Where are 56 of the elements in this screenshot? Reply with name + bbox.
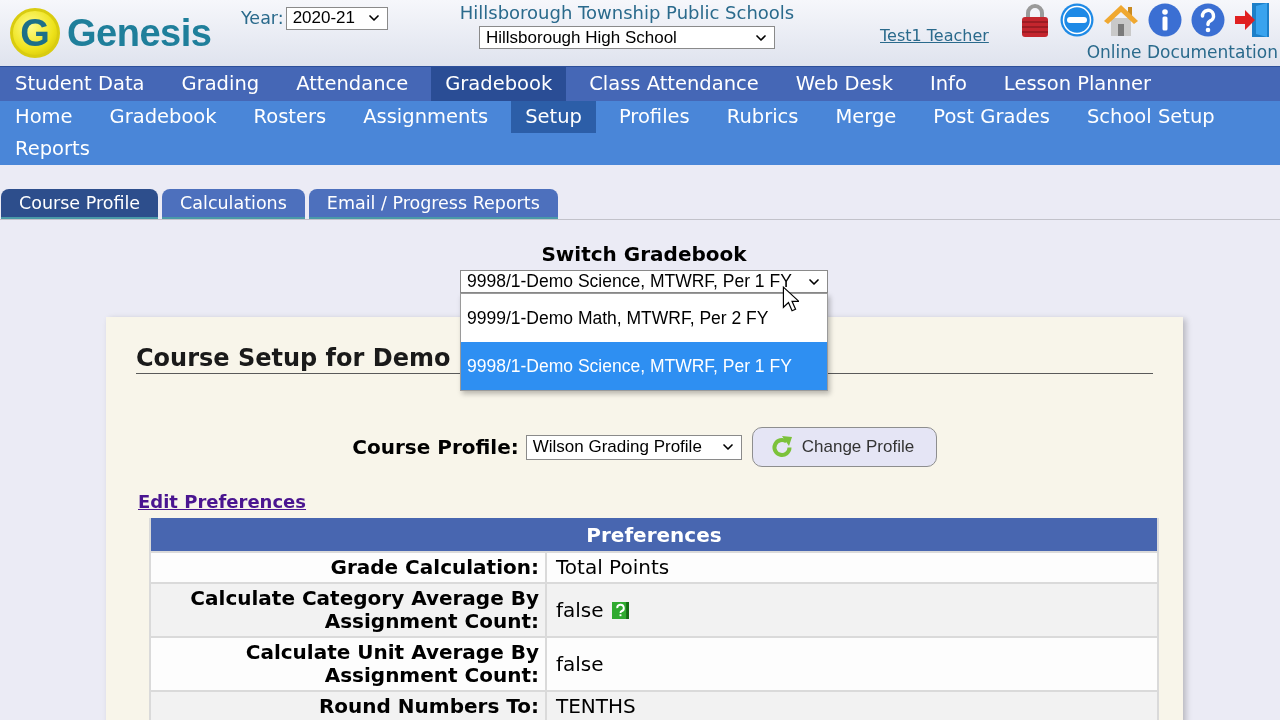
home-icon[interactable] <box>1103 3 1139 37</box>
nav-menu-item[interactable]: Lesson Planner <box>989 67 1166 101</box>
logo-wordmark: Genesis <box>67 14 212 52</box>
year-select[interactable]: 2020-21 <box>285 6 388 30</box>
row-value: false <box>556 652 604 676</box>
nav-menu-item[interactable]: Web Desk <box>781 67 907 101</box>
edit-preferences-link[interactable]: Edit Preferences <box>138 491 307 512</box>
school-select[interactable]: Hillsborough High School <box>479 26 775 49</box>
row-label: Grade Calculation: <box>330 556 539 579</box>
nav-menu-item[interactable]: Student Data <box>1 67 159 101</box>
refresh-icon <box>769 435 794 459</box>
nav-menu-item[interactable]: Info <box>915 67 981 101</box>
sub-nav-item[interactable]: Gradebook <box>95 101 231 133</box>
sub-nav-item[interactable]: Assignments <box>349 101 503 133</box>
help-icon[interactable] <box>611 601 629 619</box>
row-label: Calculate Category Average By Assignment Count: <box>189 587 539 633</box>
sub-nav-item[interactable]: Post Grades <box>919 101 1064 133</box>
course-profile-select[interactable]: Wilson Grading Profile <box>525 434 742 460</box>
minus-circle-icon[interactable] <box>1060 3 1094 37</box>
logo-mark: G <box>10 8 60 58</box>
dropdown-option[interactable]: 9998/1-Demo Science, MTWRF, Per 1 FY <box>461 342 827 390</box>
sub-nav-item[interactable]: Profiles <box>604 101 704 133</box>
gradebook-select[interactable]: 9998/1-Demo Science, MTWRF, Per 1 FY <box>460 270 828 293</box>
section-tab[interactable]: Calculations <box>162 189 305 219</box>
district-name: Hillsborough Township Public Schools <box>459 3 795 23</box>
documentation-link[interactable]: Online Documentation <box>1086 42 1278 62</box>
row-label: Calculate Unit Average By Assignment Count: <box>244 641 539 687</box>
row-label: Round Numbers To: <box>318 695 539 718</box>
row-value: TENTHS <box>556 695 636 718</box>
nav-menu-item[interactable]: Gradebook <box>431 67 567 101</box>
row-value: false <box>556 598 604 622</box>
sub-nav-item[interactable]: Rubrics <box>712 101 813 133</box>
switch-gradebook-title: Switch Gradebook <box>541 242 747 266</box>
row-value: Total Points <box>556 556 670 579</box>
change-profile-button[interactable]: Change Profile <box>751 427 937 467</box>
section-heading: Course Setup for Demo <box>136 343 451 373</box>
sub-nav-item[interactable]: Setup <box>511 101 596 133</box>
sub-nav-item[interactable]: Reports <box>1 133 104 165</box>
nav-menu-item[interactable]: Grading <box>167 67 274 101</box>
help-icon[interactable] <box>1191 3 1225 37</box>
door-arrow-icon[interactable] <box>1234 2 1272 38</box>
user-link[interactable]: Test1 Teacher <box>880 26 989 46</box>
section-tab[interactable]: Course Profile <box>1 189 159 219</box>
sub-nav-item[interactable]: Rosters <box>239 101 341 133</box>
info-icon[interactable] <box>1148 3 1182 37</box>
sub-nav-item[interactable]: School Setup <box>1072 101 1229 133</box>
table-header: Preferences <box>151 518 1157 551</box>
course-profile-label: Course Profile: <box>352 434 519 461</box>
nav-menu-item[interactable]: Attendance <box>282 67 423 101</box>
sub-nav-item[interactable]: Home <box>1 101 87 133</box>
section-tab[interactable]: Email / Progress Reports <box>308 189 558 219</box>
sub-nav-item[interactable]: Merge <box>821 101 911 133</box>
dropdown-option[interactable]: 9999/1-Demo Math, MTWRF, Per 2 FY <box>461 294 827 342</box>
nav-menu-item[interactable]: Class Attendance <box>575 67 773 101</box>
padlock-icon[interactable] <box>1019 2 1051 38</box>
year-label: Year: <box>241 7 284 30</box>
